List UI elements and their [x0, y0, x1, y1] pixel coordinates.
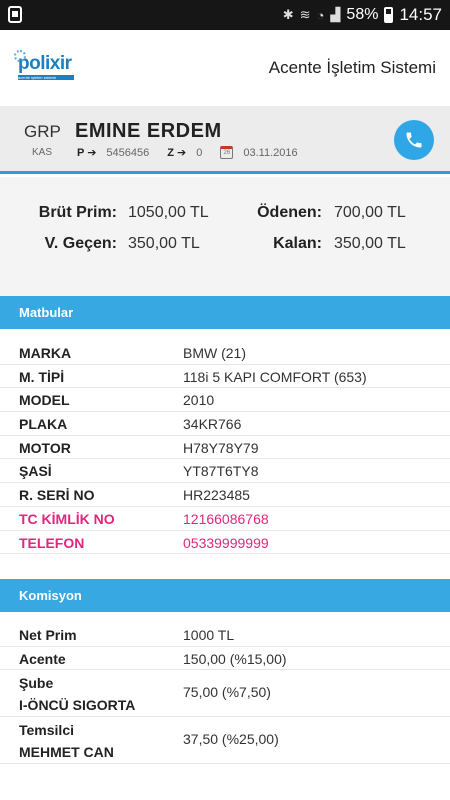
logo-dots-icon — [14, 50, 26, 62]
komisyon-list: Net Prim 1000 TL Acente 150,00 (%15,00) … — [0, 623, 450, 765]
field-value: YT87T6TY8 — [183, 463, 259, 480]
field-label: MOTOR — [19, 439, 71, 456]
field-value: 118i 5 KAPI COMFORT (653) — [183, 368, 367, 385]
wifi-icon: ◔ — [316, 7, 325, 23]
list-item: Net Prim 1000 TL — [0, 623, 450, 647]
kalan-label: Kalan: — [273, 235, 322, 252]
list-item: ŞASİ YT87T6TY8 — [0, 459, 450, 484]
list-item-telefon[interactable]: TELEFON 05339999999 — [0, 531, 450, 555]
z-label: Z ➔ — [167, 147, 187, 159]
list-item: R. SERİ NO HR223485 — [0, 483, 450, 507]
kalan-value: 350,00 TL — [334, 235, 406, 252]
arrow-right-icon: ➔ — [177, 147, 187, 159]
field-value: HR223485 — [183, 487, 250, 504]
list-item: Şube I-ÖNCÜ SIGORTA 75,00 (%7,50) — [0, 670, 450, 718]
field-label: Temsilci MEHMET CAN — [19, 722, 114, 761]
customer-group-code: GRP — [24, 122, 61, 141]
field-label: TC KİMLİK NO — [19, 510, 115, 527]
app-logo[interactable]: polixir acente işletim sistemi — [14, 50, 78, 84]
field-label: MARKA — [19, 345, 72, 361]
policy-meta: P ➔ 5456456 Z ➔ 0 26 03.11.2016 — [77, 146, 316, 159]
logo-text: polixir — [18, 53, 72, 74]
app-bar: polixir acente işletim sistemi Acente İş… — [0, 30, 450, 106]
policy-date: 03.11.2016 — [243, 146, 298, 159]
p-label: P ➔ — [77, 147, 97, 159]
field-label: Net Prim — [19, 627, 77, 643]
field-value: 37,50 (%25,00) — [183, 731, 279, 748]
field-value: 1000 TL — [183, 627, 235, 643]
field-value: BMW (21) — [183, 345, 246, 361]
section-header-komisyon[interactable]: Komisyon — [0, 579, 450, 612]
v-gecen-label: V. Geçen: — [44, 235, 117, 252]
odenen-value: 700,00 TL — [334, 204, 406, 221]
field-label: ŞASİ — [19, 463, 52, 480]
battery-icon — [384, 7, 394, 23]
field-value: 150,00 (%15,00) — [183, 650, 287, 667]
field-label: R. SERİ NO — [19, 487, 95, 504]
v-gecen-value: 350,00 TL — [128, 235, 200, 252]
field-label: Acente — [19, 650, 66, 667]
z-value: 0 — [196, 146, 203, 159]
field-value: H78Y78Y79 — [183, 439, 259, 456]
clock: 14:57 — [399, 5, 442, 24]
field-label: MODEL — [19, 392, 70, 409]
call-button[interactable] — [394, 120, 434, 160]
list-item: MODEL 2010 — [0, 388, 450, 413]
calendar-icon: 26 — [220, 146, 234, 159]
field-label: PLAKA — [19, 416, 68, 433]
list-item: Temsilci MEHMET CAN 37,50 (%25,00) — [0, 717, 450, 765]
tc-kimlik-link[interactable]: 12166086768 — [183, 511, 269, 527]
matbular-list: MARKA BMW (21) M. TİPİ 118i 5 KAPI COMFO… — [0, 341, 450, 555]
field-label: M. TİPİ — [19, 368, 65, 385]
list-item: MARKA BMW (21) — [0, 341, 450, 365]
phone-link[interactable]: 05339999999 — [183, 535, 269, 551]
list-item: Acente 150,00 (%15,00) — [0, 647, 450, 671]
list-item-tc-kimlik[interactable]: TC KİMLİK NO 12166086768 — [0, 507, 450, 531]
brut-prim-label: Brüt Prim: — [38, 204, 117, 221]
section-header-matbular[interactable]: Matbular — [0, 296, 450, 329]
list-item: M. TİPİ 118i 5 KAPI COMFORT (653) — [0, 365, 450, 389]
signal-icon: ▟ — [330, 7, 341, 22]
field-label: Şube I-ÖNCÜ SIGORTA — [19, 675, 136, 714]
logo-tagline: acente işletim sistemi — [18, 75, 74, 80]
gallery-icon — [8, 6, 22, 23]
field-value: 75,00 (%7,50) — [183, 684, 271, 701]
arrow-right-icon: ➔ — [87, 147, 97, 159]
premium-summary: Brüt Prim: 1050,00 TL Ödenen: 700,00 TL … — [0, 177, 450, 296]
customer-name: EMINE ERDEM — [75, 120, 222, 142]
field-label: TELEFON — [19, 534, 85, 551]
status-bar: ✱ ≋ ◔ ▟ 58% 14:57 — [0, 0, 450, 30]
list-item: MOTOR H78Y78Y79 — [0, 436, 450, 460]
status-icons: ✱ ≋ ◔ ▟ 58% 14:57 — [283, 0, 442, 30]
field-value: 2010 — [183, 392, 215, 409]
phone-icon — [406, 132, 422, 148]
p-value: 5456456 — [106, 146, 150, 159]
bluetooth-icon: ✱ — [282, 7, 294, 22]
field-value: 34KR766 — [183, 416, 242, 433]
vibrate-icon: ≋ — [299, 7, 311, 22]
odenen-label: Ödenen: — [257, 204, 322, 221]
brut-prim-value: 1050,00 TL — [128, 204, 209, 221]
customer-sub-code: KAS — [32, 147, 53, 158]
customer-card: GRP KAS EMINE ERDEM P ➔ 5456456 Z ➔ 0 26… — [0, 106, 450, 174]
app-title: Acente İşletim Sistemi — [268, 58, 436, 77]
list-item: PLAKA 34KR766 — [0, 412, 450, 436]
battery-percent: 58% — [346, 6, 379, 23]
